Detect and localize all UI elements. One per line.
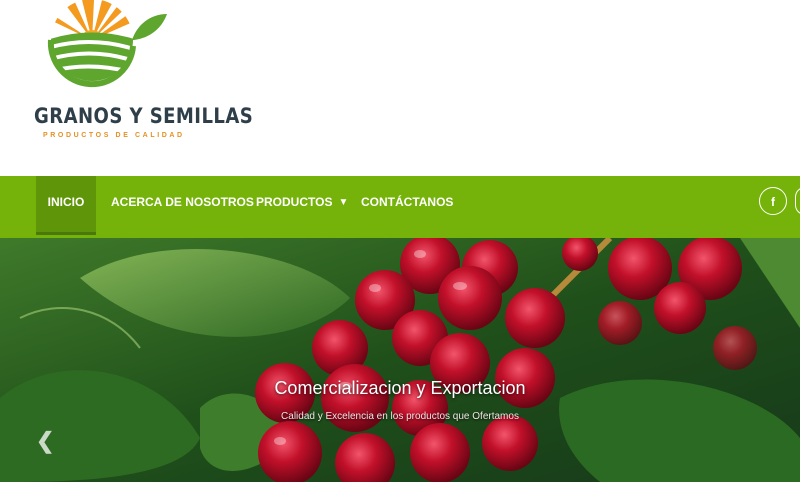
nav-item-label: PRODUCTOS	[256, 195, 333, 209]
main-nav: INICIO ACERCA DE NOSOTROS PRODUCTOS ▼ CON…	[0, 176, 800, 238]
nav-item-inicio[interactable]: INICIO	[36, 176, 96, 235]
hero-title: Comercializacion y Exportacion	[274, 378, 526, 398]
nav-item-productos[interactable]: PRODUCTOS ▼	[256, 176, 348, 232]
hero-image	[0, 238, 800, 482]
brand-name: GRANOS Y SEMILLAS	[34, 104, 254, 128]
brand-tagline: PRODUCTOS DE CALIDAD	[43, 132, 185, 139]
nav-item-contactanos[interactable]: CONTÁCTANOS	[361, 176, 453, 232]
nav-item-label: ACERCA DE NOSOTROS	[111, 195, 254, 209]
facebook-icon[interactable]: f	[759, 187, 787, 215]
chevron-down-icon: ▼	[338, 197, 349, 208]
chevron-left-icon[interactable]: ❮	[36, 428, 54, 454]
brand-text: GRANOS Y SEMILLAS PRODUCTOS DE CALIDAD	[34, 104, 254, 139]
hero-slider	[0, 238, 800, 482]
hero-subtitle: Calidad y Excelencia en los productos qu…	[281, 411, 519, 422]
nav-item-acerca[interactable]: ACERCA DE NOSOTROS	[111, 176, 254, 232]
nav-item-label: INICIO	[47, 195, 85, 209]
nav-item-label: CONTÁCTANOS	[361, 195, 454, 209]
site-header: GRANOS Y SEMILLAS PRODUCTOS DE CALIDAD	[0, 0, 800, 176]
